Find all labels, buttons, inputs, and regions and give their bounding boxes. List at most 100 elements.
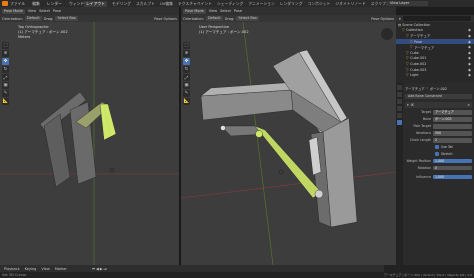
visibility-eye-icon[interactable]: ◉ (468, 28, 471, 32)
right-menu-view[interactable]: View (209, 9, 217, 13)
close-icon[interactable]: × (467, 103, 472, 107)
left-mode-select[interactable]: Pose Mode (2, 8, 25, 14)
output-tab-icon[interactable] (397, 99, 402, 104)
rotate-tool-icon[interactable]: ↻ (2, 66, 9, 73)
property-field[interactable]: 2 (433, 138, 472, 143)
status-hint: Set 3D Cursor (2, 273, 27, 277)
tab-animation[interactable]: アニメーション (248, 1, 274, 7)
visibility-eye-icon[interactable]: ◉ (468, 34, 471, 38)
annotate-tool-icon[interactable]: ✎ (2, 90, 9, 97)
timeline-marker-menu[interactable]: Marker (55, 267, 67, 271)
properties-tabs (396, 83, 403, 265)
tab-modeling[interactable]: モデリング (112, 1, 131, 7)
tab-texture-paint[interactable]: テクスチャペイント (178, 1, 212, 7)
visibility-eye-icon[interactable]: ◉ (468, 40, 471, 44)
right-orientation-select[interactable]: Default (205, 16, 223, 21)
visibility-eye-icon[interactable]: ◉ (468, 51, 471, 55)
cursor-tool-icon[interactable]: ⊕ (183, 50, 190, 57)
transform-tool-icon[interactable]: ▣ (2, 82, 9, 89)
right-mode-select[interactable]: Pose Mode (183, 8, 206, 14)
play-controls-icon[interactable]: ⏮ ◀ ▶ ⏭ (92, 267, 107, 271)
right-drag-select[interactable]: Select Box (236, 16, 259, 21)
visibility-eye-icon[interactable]: ◉ (468, 56, 471, 60)
visibility-eye-icon[interactable]: ◉ (468, 68, 471, 72)
tab-compositing[interactable]: コンポジット (308, 1, 331, 7)
property-field[interactable]: ボーン.003 (433, 117, 472, 122)
tab-rendering[interactable]: レンダリング (280, 1, 303, 7)
timeline-playback-menu[interactable]: Playback (4, 267, 20, 271)
outliner-item[interactable]: ▽ Light ◉ (396, 72, 474, 78)
bone-constraint-tab-icon[interactable] (397, 120, 402, 125)
timeline-keying-menu[interactable]: Keying (25, 267, 37, 271)
outliner-header: ▾ (396, 15, 474, 22)
visibility-eye-icon[interactable]: ◉ (468, 45, 471, 49)
menu-file[interactable]: ファイル (10, 1, 25, 7)
navigation-gizmo-icon[interactable] (381, 28, 393, 40)
3d-cursor-icon (109, 167, 115, 173)
move-tool-icon[interactable]: ✥ (2, 58, 9, 65)
add-bone-constraint-button[interactable]: Add Bone Constraint (405, 94, 472, 99)
right-menu-select[interactable]: Select (220, 9, 231, 13)
left-drag-select[interactable]: Select Box (55, 16, 78, 21)
blender-logo-icon[interactable] (2, 1, 8, 6)
rotation-field[interactable]: 0 (433, 165, 472, 171)
render-tab-icon[interactable] (397, 92, 402, 97)
tab-layout[interactable]: レイアウト (84, 0, 107, 7)
influence-label: Influence (416, 175, 431, 179)
view-layer-selector[interactable]: View Layer (386, 1, 428, 6)
cursor-tool-icon[interactable]: ⊕ (2, 50, 9, 57)
bone-joint (314, 189, 324, 199)
visibility-eye-icon[interactable]: ◉ (468, 73, 471, 77)
tool-tab-icon[interactable] (397, 85, 402, 90)
selected-bone-shape (99, 103, 117, 141)
property-field[interactable]: アーマチュア (433, 110, 472, 115)
checkbox[interactable] (435, 145, 439, 149)
checkbox-row: Stretch (405, 151, 472, 156)
menu-edit[interactable]: 編集 (32, 1, 40, 7)
timeline-view-menu[interactable]: View (41, 267, 49, 271)
outliner-filter-icon[interactable]: ▾ (399, 17, 401, 21)
select-tool-icon[interactable]: ⬚ (2, 42, 9, 49)
left-menu-select[interactable]: Select (39, 9, 50, 13)
property-field[interactable]: 500 (433, 131, 472, 136)
left-orientation-label: Orientation: (2, 16, 23, 21)
left-menu-view[interactable]: View (28, 9, 36, 13)
tab-uv[interactable]: UV編集 (160, 1, 173, 7)
ik-constraint-name[interactable]: IK (411, 103, 414, 107)
right-viewport[interactable]: User Perspective (1) アーマチュア : ボーン.002 ⬚ … (181, 22, 396, 265)
collection-icon: ▤ (398, 22, 402, 27)
tab-shading[interactable]: シェーディング (217, 1, 243, 7)
left-orientation-select[interactable]: Default (24, 16, 42, 21)
influence-field[interactable]: 1.000 (433, 174, 472, 180)
visibility-eye-icon[interactable]: ◉ (468, 62, 471, 66)
move-tool-icon[interactable]: ✥ (183, 58, 190, 65)
property-field[interactable] (433, 124, 472, 129)
scale-tool-icon[interactable]: ⤢ (183, 74, 190, 81)
right-scene (181, 22, 396, 265)
menu-render[interactable]: レンダー (47, 1, 62, 7)
rotate-tool-icon[interactable]: ↻ (183, 66, 190, 73)
weight-position-field[interactable]: 1.000 (433, 158, 472, 164)
measure-tool-icon[interactable]: 📐 (183, 98, 190, 105)
annotate-tool-icon[interactable]: ✎ (183, 90, 190, 97)
checkbox[interactable] (435, 151, 439, 156)
right-toolbar: ⬚ ⊕ ✥ ↻ ⤢ ▣ ✎ 📐 (183, 42, 190, 106)
scale-tool-icon[interactable]: ⤢ (2, 74, 9, 81)
outliner-item-label: Collection (406, 28, 423, 33)
left-menu-pose[interactable]: Pose (53, 9, 61, 13)
outliner-search-input[interactable] (402, 16, 471, 21)
data-tab-icon[interactable] (397, 113, 402, 118)
left-pose-options[interactable]: Pose Options (154, 17, 179, 21)
transform-tool-icon[interactable]: ▣ (183, 82, 190, 89)
object-type-icon: ▽ (406, 61, 409, 66)
right-pose-options[interactable]: Pose Options (371, 17, 396, 21)
outliner-item-label: Cube.002 (410, 61, 427, 66)
left-viewport[interactable]: Top Orthographic (1) アーマチュア : ボーン.002 Me… (0, 22, 179, 265)
select-tool-icon[interactable]: ⬚ (183, 42, 190, 49)
right-menu-pose[interactable]: Pose (234, 9, 242, 13)
measure-tool-icon[interactable]: 📐 (2, 98, 9, 105)
expand-icon[interactable]: ▾ (407, 103, 409, 107)
tab-geometry-nodes[interactable]: ジオメトリノード (335, 1, 365, 7)
object-tab-icon[interactable] (397, 106, 402, 111)
tab-sculpt[interactable]: スカルプト (136, 1, 155, 7)
